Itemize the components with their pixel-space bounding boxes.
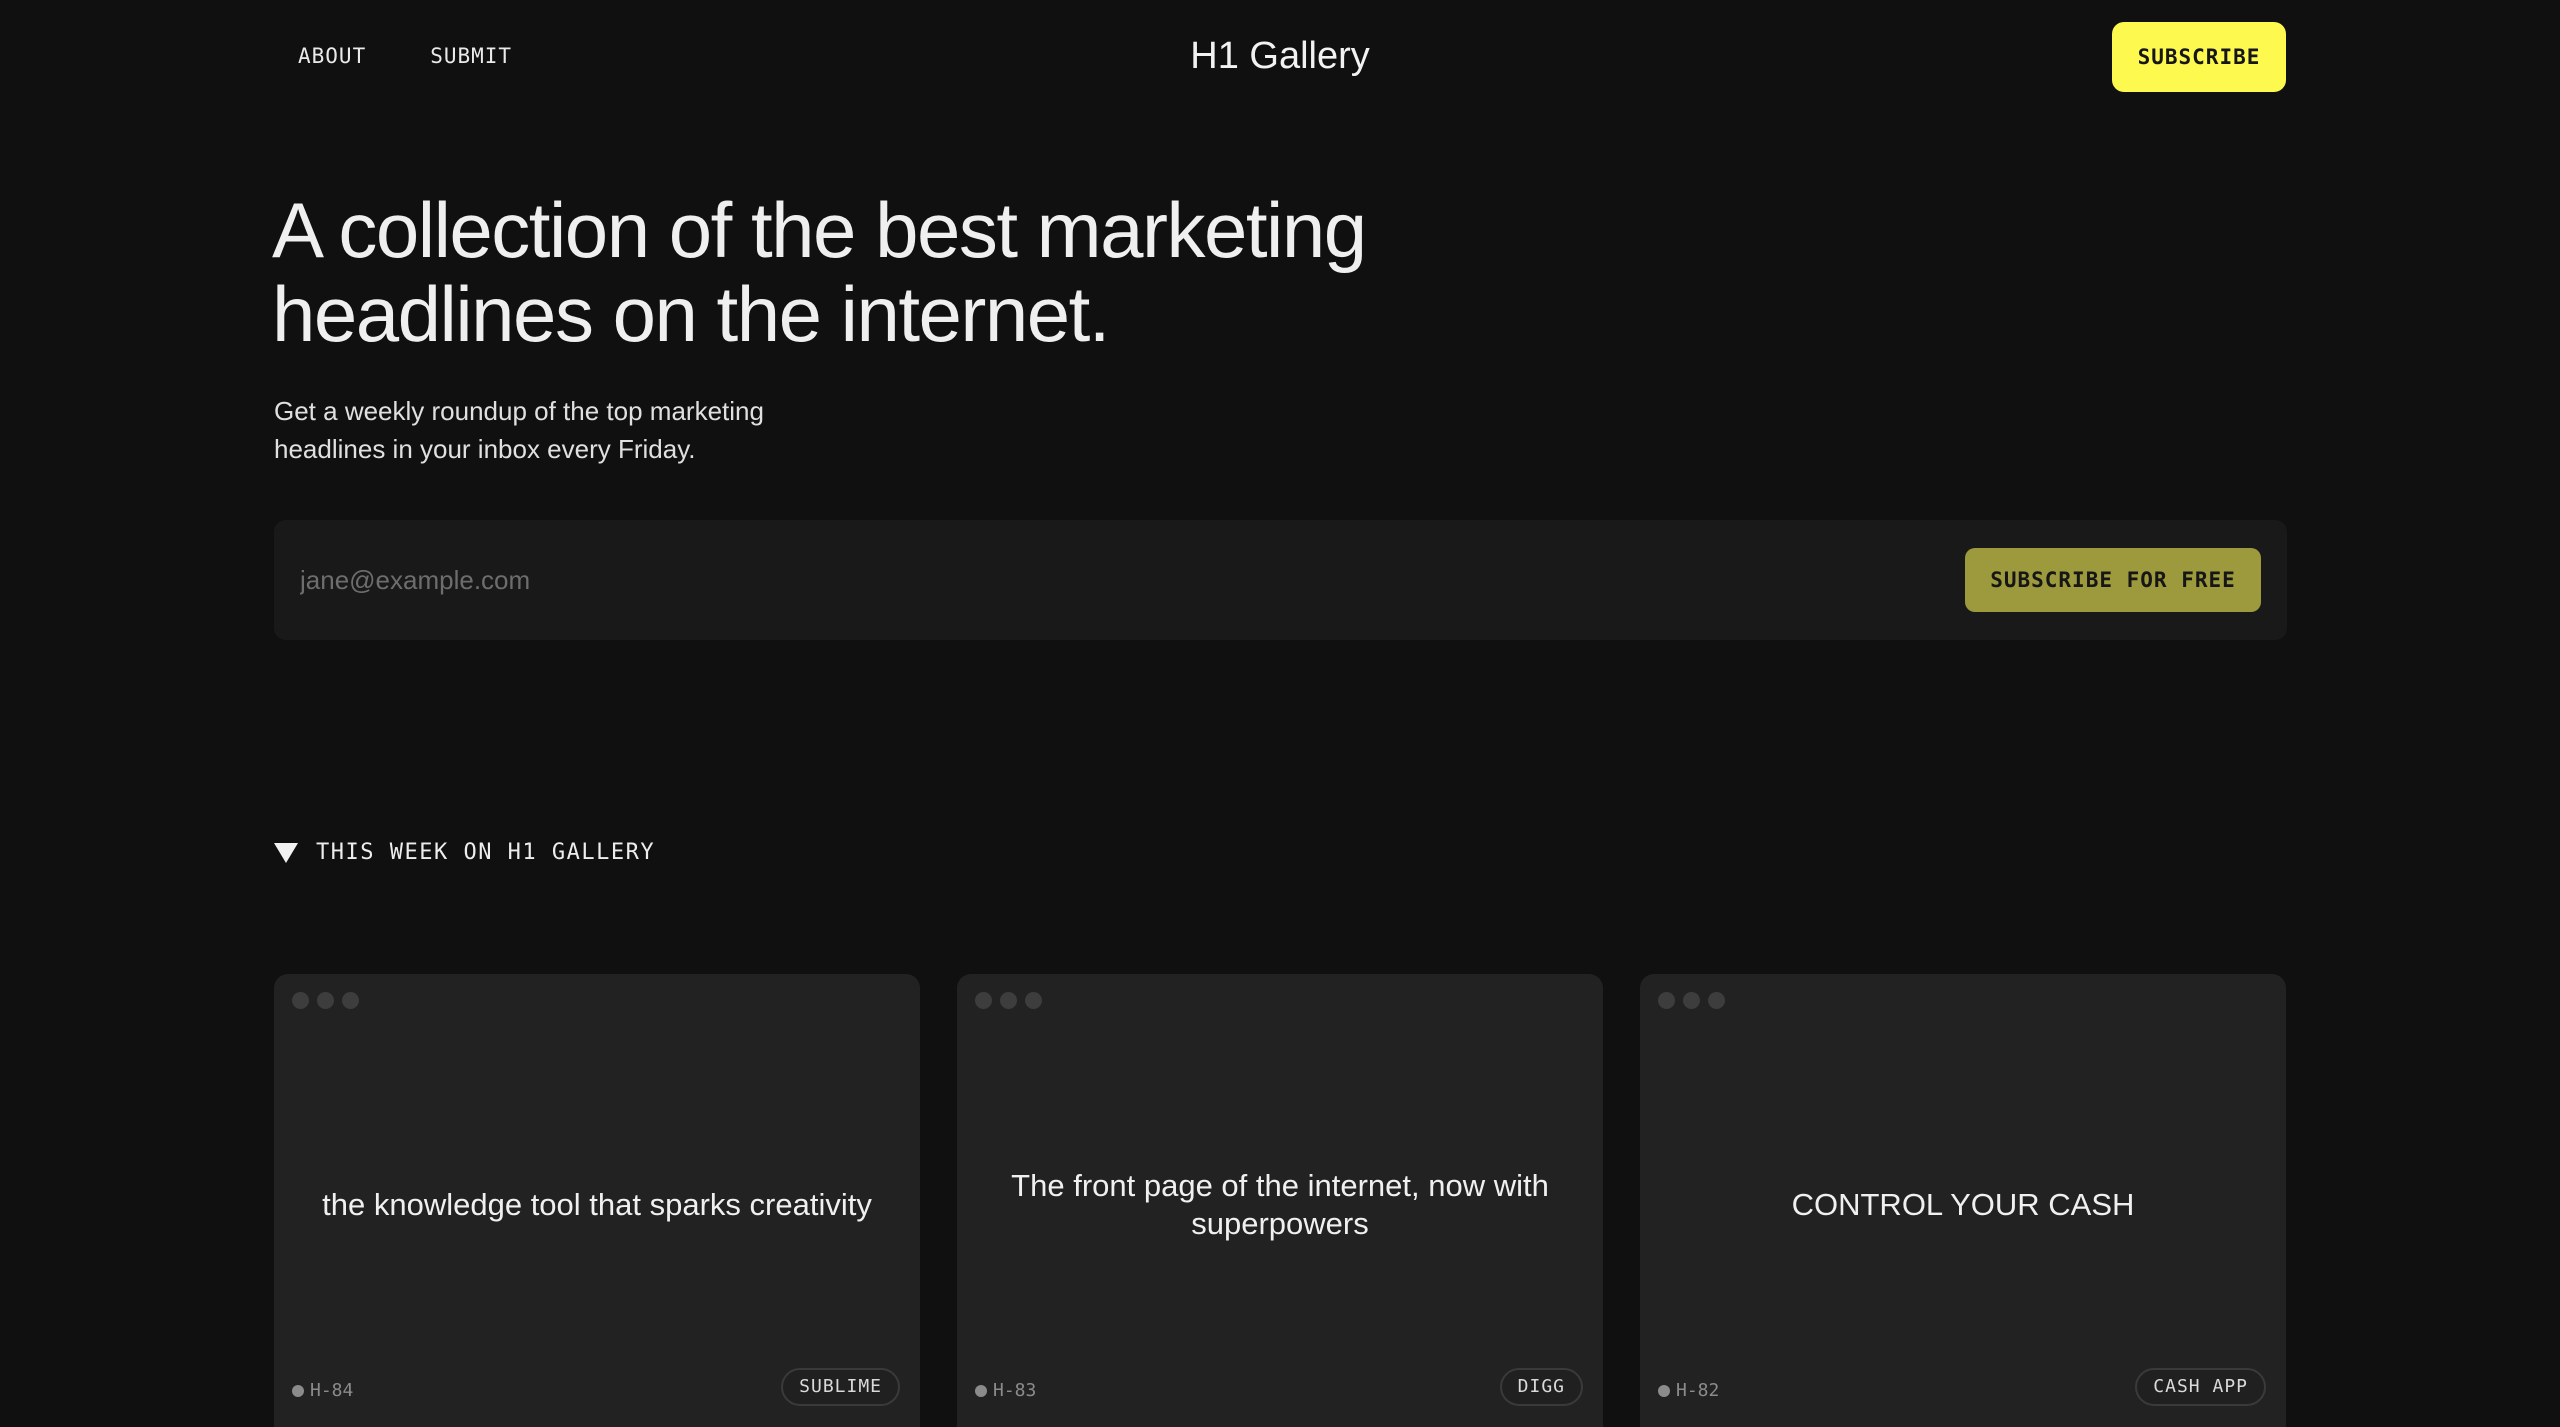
window-dot-icon (975, 992, 992, 1009)
headline-card[interactable]: The front page of the internet, now with… (957, 974, 1603, 1427)
section-label: THIS WEEK ON H1 GALLERY (316, 840, 656, 865)
window-dot-icon (1000, 992, 1017, 1009)
signup-form: SUBSCRIBE FOR FREE (274, 520, 2287, 640)
headline-card[interactable]: CONTROL YOUR CASH H-82 CASH APP (1640, 974, 2286, 1427)
window-dot-icon (292, 992, 309, 1009)
window-dots (1658, 992, 1725, 1009)
window-dot-icon (342, 992, 359, 1009)
hero-subtitle: Get a weekly roundup of the top marketin… (274, 396, 764, 464)
window-dot-icon (1683, 992, 1700, 1009)
window-dot-icon (1025, 992, 1042, 1009)
window-dot-icon (317, 992, 334, 1009)
subscribe-button[interactable]: SUBSCRIBE (2112, 22, 2286, 92)
brand-tag[interactable]: SUBLIME (781, 1368, 900, 1406)
brand-tag[interactable]: CASH APP (2135, 1368, 2266, 1406)
status-dot-icon (1658, 1384, 1670, 1397)
email-input[interactable] (298, 550, 1898, 610)
card-id: H-82 (1658, 1380, 1719, 1401)
window-dot-icon (1658, 992, 1675, 1009)
card-id-label: H-83 (993, 1380, 1037, 1401)
window-dot-icon (1708, 992, 1725, 1009)
card-headline: CONTROL YOUR CASH (1791, 1187, 2135, 1222)
headline-card[interactable]: the knowledge tool that sparks creativit… (274, 974, 920, 1427)
status-dot-icon (975, 1384, 987, 1397)
window-dots (975, 992, 1042, 1009)
hero-title: A collection of the best marketing headl… (272, 186, 1367, 358)
card-id-label: H-82 (1676, 1380, 1720, 1401)
subscribe-for-free-button[interactable]: SUBSCRIBE FOR FREE (1965, 548, 2261, 612)
card-headline: the knowledge tool that sparks creativit… (322, 1187, 872, 1222)
card-headline: The front page of the internet, now with… (1011, 1168, 1549, 1241)
status-dot-icon (292, 1384, 304, 1397)
card-id-label: H-84 (310, 1380, 354, 1401)
triangle-down-icon (274, 842, 298, 863)
section-heading: THIS WEEK ON H1 GALLERY (274, 840, 655, 865)
brand-tag[interactable]: DIGG (1499, 1368, 1583, 1406)
card-id: H-84 (292, 1380, 353, 1401)
window-dots (292, 992, 359, 1009)
card-id: H-83 (975, 1380, 1036, 1401)
